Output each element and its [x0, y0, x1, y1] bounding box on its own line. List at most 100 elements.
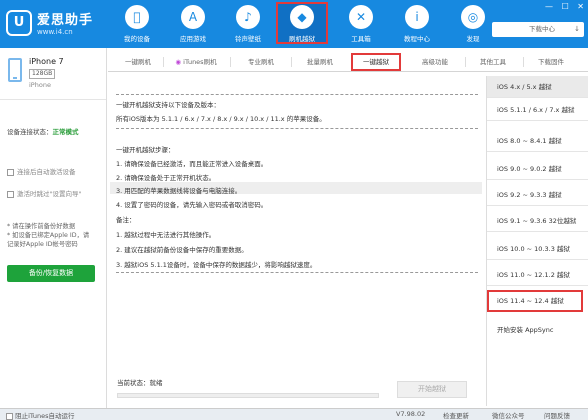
dropbox-icon: ◆ [290, 5, 314, 29]
connection-status: 设备连接状态：正常模式 [7, 126, 79, 136]
instruction-line: 所有iOS版本为 5.1.1 / 6.x / 7.x / 8.x / 9.x /… [116, 115, 326, 123]
tools-icon: ✕ [349, 5, 373, 29]
close-icon[interactable]: ✕ [577, 2, 584, 11]
tab-separator [163, 57, 164, 67]
divider [116, 94, 478, 95]
itunes-autorun-checkbox[interactable] [6, 412, 13, 420]
wechat-link[interactable]: 微信公众号 [492, 410, 525, 420]
instruction-line: 一键开机越狱步骤： [116, 146, 175, 154]
app-name: 爱思助手 [37, 13, 94, 28]
version-item[interactable]: iOS 9.1 ~ 9.3.6 32位越狱 [487, 210, 588, 232]
tab-itunes-flash[interactable]: ◉ iTunes刷机 [166, 53, 226, 71]
instruction-line: 3. 越狱iOS 5.1.1设备时，设备中保存的数据越少，将影响越狱速度。 [116, 261, 317, 269]
phone-icon [8, 58, 22, 82]
auto-activate-option[interactable]: 连接后自动激活设备 [7, 166, 76, 176]
info-icon: i [405, 5, 429, 29]
tab-download-firmware[interactable]: 下载固件 [526, 53, 576, 71]
device-panel: iPhone 7 128GB iPhone 设备连接状态：正常模式 连接后自动激… [0, 48, 107, 408]
version-item[interactable]: iOS 9.0 ~ 9.0.2 越狱 [487, 158, 588, 180]
nav-tutorials[interactable]: i 教程中心 [392, 2, 442, 44]
version-item[interactable]: iOS 8.0 ~ 8.4.1 越狱 [487, 130, 588, 152]
divider [116, 128, 478, 129]
nav-label: 刷机越狱 [289, 35, 315, 43]
app-url: www.i4.cn [37, 28, 73, 36]
instruction-line: 3. 用匹配的苹果数据线将设备与电脑连接。 [116, 187, 242, 195]
nav-my-device[interactable]:  我的设备 [112, 2, 162, 44]
version-item[interactable]: iOS 11.0 ~ 12.1.2 越狱 [487, 264, 588, 286]
tab-separator [291, 57, 292, 67]
nav-label: 教程中心 [404, 35, 430, 43]
tab-advanced[interactable]: 高级功能 [410, 53, 460, 71]
device-header: iPhone 7 128GB iPhone [0, 48, 106, 100]
install-appsync-item[interactable]: 开始安装 AppSync [487, 319, 588, 341]
instruction-line: 2. 请确保设备处于正常开机状态。 [116, 174, 216, 182]
jailbreak-instructions: 一键开机越狱支持以下设备及版本： 所有iOS版本为 5.1.1 / 6.x / … [110, 94, 482, 374]
itunes-autorun-label: 阻止iTunes自动运行 [15, 412, 75, 420]
tab-other-tools[interactable]: 其他工具 [468, 53, 518, 71]
progress-bar [117, 393, 379, 398]
device-capacity-badge: 128GB [29, 69, 56, 79]
version-item[interactable]: iOS 9.2 ~ 9.3.3 越狱 [487, 184, 588, 206]
app-logo: U 爱思助手 www.i4.cn [6, 8, 106, 42]
tab-separator [523, 57, 524, 67]
feedback-link[interactable]: 问题反馈 [544, 410, 570, 420]
connection-value: 正常模式 [52, 128, 79, 136]
download-center-label: 下载中心 [529, 25, 555, 33]
backup-restore-button[interactable]: 备份/恢复数据 [7, 265, 95, 282]
instruction-line: 一键开机越狱支持以下设备及版本： [116, 101, 220, 109]
sub-tabs: 一键刷机 ◉ iTunes刷机 专业刷机 批量刷机 一键越狱 高级功能 其他工具… [108, 51, 588, 72]
tab-separator [465, 57, 466, 67]
ios-version-list: iOS 4.x / 5.x 越狱 iOS 5.1.1 / 6.x / 7.x 越… [486, 76, 588, 406]
nav-ringtones-wallpapers[interactable]: ♪ 铃声壁纸 [223, 2, 273, 44]
current-status: 当前状态：就绪 [117, 377, 163, 387]
apple-icon:  [125, 5, 149, 29]
download-center-button[interactable]: 下载中心 ↓ [492, 22, 584, 37]
skip-setup-label: 激活时跳过"设置向导" [17, 190, 82, 198]
nav-label: 我的设备 [124, 35, 150, 43]
version-label: V7.98.02 [396, 410, 426, 418]
instruction-line: 1. 请确保设备已经激活，而且能正常进入设备桌面。 [116, 160, 268, 168]
status-label: 当前状态： [117, 379, 150, 387]
skip-setup-option[interactable]: 激活时跳过"设置向导" [7, 188, 81, 198]
itunes-autorun-option[interactable]: 阻止iTunes自动运行 [6, 410, 75, 420]
minimize-icon[interactable]: — [545, 2, 553, 11]
nav-flash-jailbreak[interactable]: ◆ 刷机越狱 [276, 2, 328, 44]
nav-label: 工具箱 [351, 35, 371, 43]
backup-notes: * 请在操作前备份好数据 * 如设备已绑定Apple ID，请 记录好Apple… [7, 222, 105, 249]
auto-activate-label: 连接后自动激活设备 [17, 168, 76, 176]
auto-activate-checkbox[interactable] [7, 168, 14, 176]
start-jailbreak-button[interactable]: 开始越狱 [397, 381, 467, 398]
status-value: 就绪 [149, 379, 163, 387]
download-arrow-icon: ↓ [574, 25, 580, 33]
version-item[interactable]: iOS 4.x / 5.x 越狱 [487, 76, 588, 98]
version-item[interactable]: iOS 10.0 ~ 10.3.3 越狱 [487, 238, 588, 260]
window-controls: — ☐ ✕ [539, 2, 584, 11]
device-name: iPhone 7 [29, 57, 64, 66]
instruction-line: 2. 建议在越狱前备份设备中保存的重要数据。 [116, 246, 248, 254]
version-item[interactable]: iOS 5.1.1 / 6.x / 7.x 越狱 [487, 99, 588, 121]
nav-label: 发现 [466, 35, 480, 43]
instruction-line: 备注： [116, 216, 136, 224]
note-line: * 如设备已绑定Apple ID，请 [7, 232, 90, 239]
bell-icon: ♪ [236, 5, 260, 29]
check-update-link[interactable]: 检查更新 [443, 410, 469, 420]
tab-pro-flash[interactable]: 专业刷机 [236, 53, 286, 71]
nav-apps-games[interactable]: A 应用游戏 [168, 2, 218, 44]
tab-one-click-jailbreak[interactable]: 一键越狱 [351, 53, 401, 71]
maximize-icon[interactable]: ☐ [562, 2, 569, 11]
tab-batch-flash[interactable]: 批量刷机 [295, 53, 345, 71]
compass-icon: ◎ [461, 5, 485, 29]
nav-toolbox[interactable]: ✕ 工具箱 [336, 2, 386, 44]
tab-itunes-label: iTunes刷机 [183, 58, 217, 66]
note-line: * 请在操作前备份好数据 [7, 223, 76, 230]
version-item-selected[interactable]: iOS 11.4 ~ 12.4 越狱 [487, 290, 583, 312]
nav-label: 铃声壁纸 [235, 35, 261, 43]
top-bar: U 爱思助手 www.i4.cn  我的设备 A 应用游戏 ♪ 铃声壁纸 ◆ … [0, 0, 588, 48]
app-store-icon: A [181, 5, 205, 29]
device-kind: iPhone [29, 81, 51, 89]
tab-one-click-flash[interactable]: 一键刷机 [116, 53, 160, 71]
skip-setup-checkbox[interactable] [7, 190, 14, 198]
itunes-icon: ◉ [175, 58, 182, 66]
divider [116, 272, 478, 273]
nav-discover[interactable]: ◎ 发现 [448, 2, 498, 44]
